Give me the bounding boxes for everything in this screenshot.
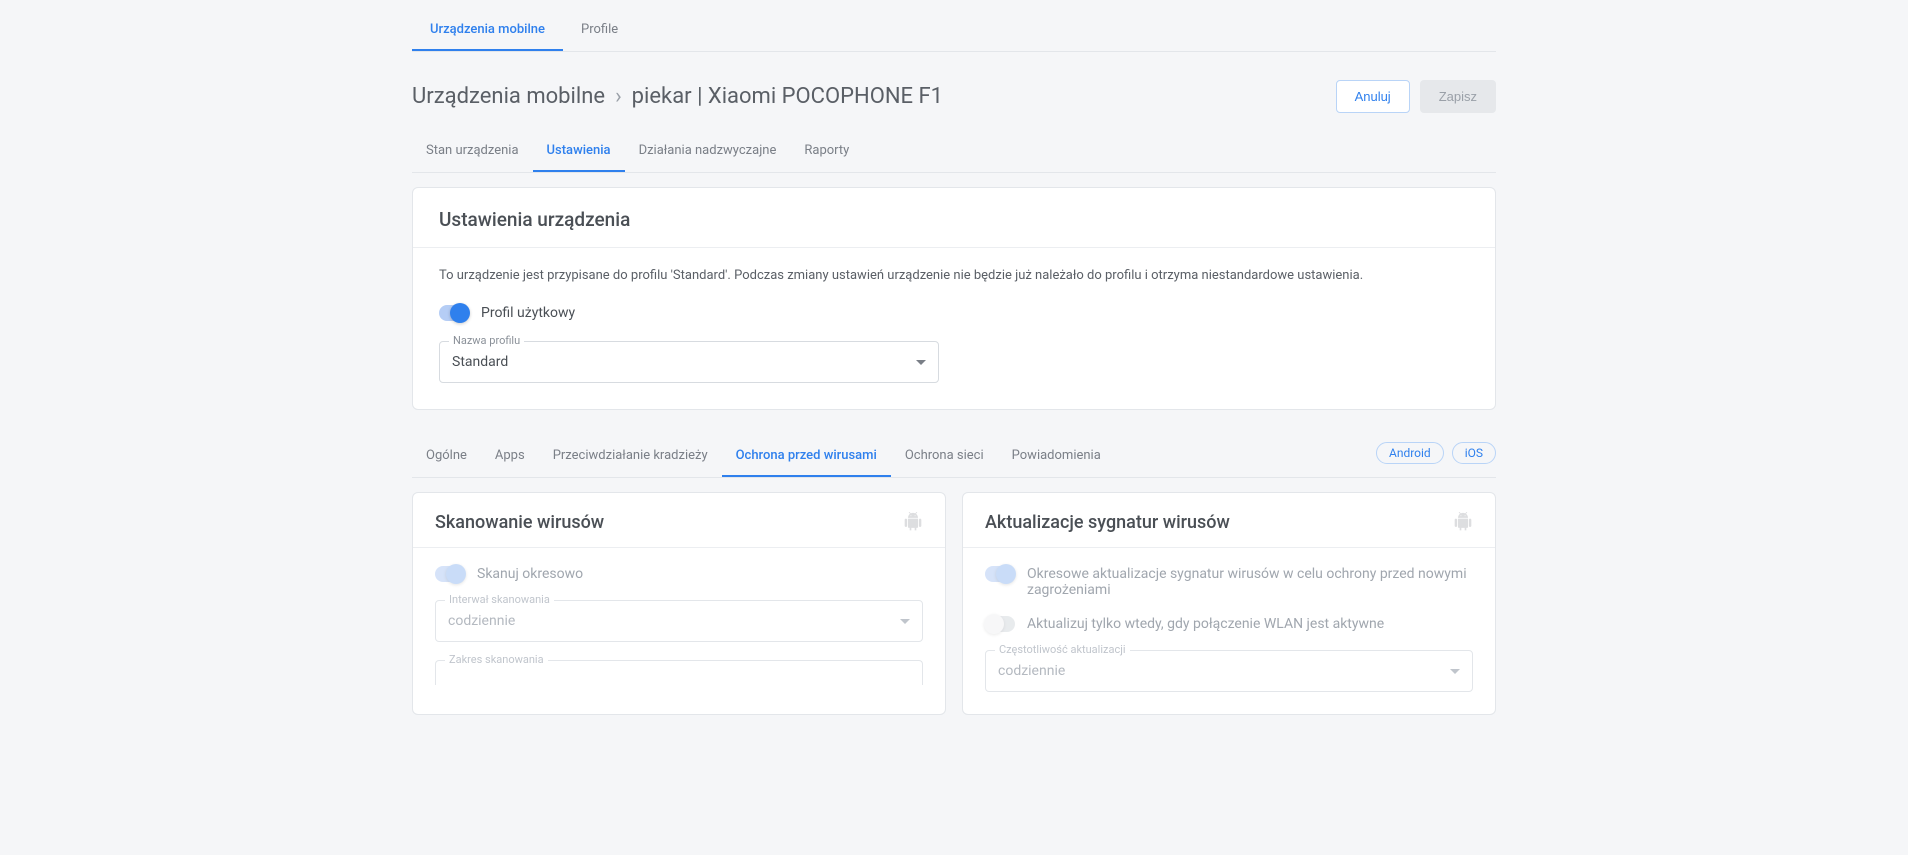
category-row: Ogólne Apps Przeciwdziałanie kradzieży O…	[412, 436, 1496, 478]
breadcrumb: Urządzenia mobilne › piekar | Xiaomi POC…	[412, 84, 943, 109]
chevron-down-icon	[916, 360, 926, 365]
periodic-scan-toggle[interactable]	[435, 566, 465, 582]
tab-antitheft[interactable]: Przeciwdziałanie kradzieży	[539, 436, 722, 477]
wlan-only-label: Aktualizuj tylko wtedy, gdy połączenie W…	[1027, 616, 1384, 632]
tab-notifications[interactable]: Powiadomienia	[998, 436, 1115, 477]
top-tabs: Urządzenia mobilne Profile	[412, 8, 1496, 52]
chevron-down-icon	[1450, 669, 1460, 674]
periodic-updates-label: Okresowe aktualizacje sygnatur wirusów w…	[1027, 566, 1473, 598]
wlan-only-toggle[interactable]	[985, 616, 1015, 632]
chevron-down-icon	[900, 619, 910, 624]
profile-name-label: Nazwa profilu	[449, 334, 524, 347]
tab-device-emergency[interactable]: Działania nadzwyczajne	[625, 131, 791, 172]
scan-interval-field: Interwał skanowania codziennie	[435, 600, 923, 642]
update-frequency-value: codziennie	[998, 663, 1065, 679]
tab-network-protection[interactable]: Ochrona sieci	[891, 436, 998, 477]
tab-device-reports[interactable]: Raporty	[790, 131, 863, 172]
tab-device-settings[interactable]: Ustawienia	[533, 131, 625, 172]
tab-device-status[interactable]: Stan urządzenia	[412, 131, 533, 172]
cancel-button[interactable]: Anuluj	[1336, 80, 1410, 113]
page-header: Urządzenia mobilne › piekar | Xiaomi POC…	[412, 52, 1496, 131]
profile-name-field: Nazwa profilu Standard	[439, 341, 939, 383]
chip-ios[interactable]: iOS	[1452, 442, 1496, 464]
user-profile-toggle-label: Profil użytkowy	[481, 305, 575, 321]
tab-general[interactable]: Ogólne	[412, 436, 481, 477]
breadcrumb-device: piekar | Xiaomi POCOPHONE F1	[632, 84, 943, 109]
update-frequency-select[interactable]: codziennie	[985, 650, 1473, 692]
profile-name-value: Standard	[452, 354, 508, 370]
profile-name-select[interactable]: Standard	[439, 341, 939, 383]
virus-scan-title: Skanowanie wirusów	[435, 512, 604, 533]
scan-scope-label: Zakres skanowania	[445, 653, 548, 666]
scan-interval-select[interactable]: codziennie	[435, 600, 923, 642]
device-settings-card: Ustawienia urządzenia To urządzenie jest…	[412, 187, 1496, 410]
scan-interval-value: codziennie	[448, 613, 515, 629]
android-icon	[903, 511, 923, 533]
breadcrumb-root[interactable]: Urządzenia mobilne	[412, 84, 605, 109]
tab-apps[interactable]: Apps	[481, 436, 539, 477]
device-settings-desc: To urządzenie jest przypisane do profilu…	[439, 268, 1469, 283]
user-profile-toggle[interactable]	[439, 305, 469, 321]
signature-updates-title: Aktualizacje sygnatur wirusów	[985, 512, 1230, 533]
tab-profiles[interactable]: Profile	[563, 8, 636, 51]
signature-updates-panel: Aktualizacje sygnatur wirusów Okresowe a…	[962, 492, 1496, 715]
periodic-updates-toggle[interactable]	[985, 566, 1015, 582]
tab-virus-protection[interactable]: Ochrona przed wirusami	[722, 436, 891, 477]
device-settings-title: Ustawienia urządzenia	[439, 208, 630, 231]
device-tabs: Stan urządzenia Ustawienia Działania nad…	[412, 131, 1496, 173]
scan-interval-label: Interwał skanowania	[445, 593, 554, 606]
breadcrumb-separator: ›	[615, 84, 622, 109]
save-button: Zapisz	[1420, 80, 1496, 113]
update-frequency-field: Częstotliwość aktualizacji codziennie	[985, 650, 1473, 692]
tab-mobile-devices[interactable]: Urządzenia mobilne	[412, 8, 563, 51]
category-tabs: Ogólne Apps Przeciwdziałanie kradzieży O…	[412, 436, 1115, 477]
periodic-scan-label: Skanuj okresowo	[477, 566, 583, 582]
virus-scan-panel: Skanowanie wirusów Skanuj okresowo Inter…	[412, 492, 946, 715]
update-frequency-label: Częstotliwość aktualizacji	[995, 643, 1130, 656]
scan-scope-field: Zakres skanowania	[435, 660, 923, 685]
android-icon	[1453, 511, 1473, 533]
chip-android[interactable]: Android	[1376, 442, 1444, 464]
